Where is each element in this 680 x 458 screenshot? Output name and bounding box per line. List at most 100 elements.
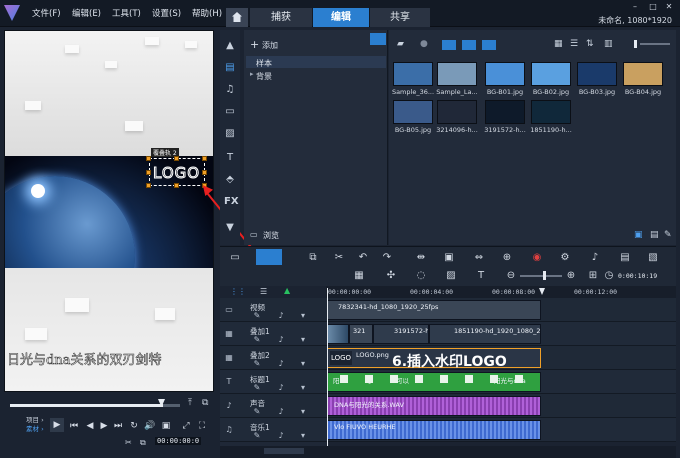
track-mute-icon[interactable]: ♪: [276, 383, 286, 393]
resize-handle[interactable]: [174, 183, 179, 188]
zoom-in-icon[interactable]: ⊕: [564, 270, 578, 282]
track-mute-icon[interactable]: ♪: [276, 311, 286, 321]
fullscreen-icon[interactable]: ⛶: [196, 420, 208, 432]
track-menu-icon[interactable]: ▾: [298, 359, 308, 369]
mode-selector[interactable]: 项目 › 素材 ›: [26, 416, 44, 434]
tab-share[interactable]: 共享: [370, 8, 430, 27]
scroll-thumb[interactable]: [264, 448, 304, 454]
track-edit-icon[interactable]: ✎: [252, 431, 262, 441]
fit-project-icon[interactable]: ⊞: [586, 270, 600, 282]
resize-handle[interactable]: [202, 156, 207, 161]
tab-edit[interactable]: 编辑: [313, 8, 369, 27]
library-thumbnail[interactable]: [485, 62, 525, 86]
filter-audio-icon[interactable]: [482, 40, 496, 50]
hd-preview-icon[interactable]: ▣: [160, 420, 172, 432]
chapter-icon[interactable]: ☰: [260, 287, 267, 296]
track-menu-icon[interactable]: ▾: [298, 407, 308, 417]
thumb-size-icon[interactable]: ▥: [604, 39, 613, 49]
close-icon[interactable]: ✕: [662, 2, 676, 12]
folder-expand-icon[interactable]: ▸: [250, 70, 254, 78]
browse-label[interactable]: 浏览: [263, 230, 279, 241]
track-menu-icon[interactable]: ▾: [298, 431, 308, 441]
library-thumbnail[interactable]: [393, 100, 433, 124]
library-thumbnail[interactable]: [623, 62, 663, 86]
overlay1-clip-c[interactable]: 1851190-hd_1920_1080_2: [429, 324, 541, 344]
enlarge-icon[interactable]: ⤢: [180, 420, 192, 432]
edit-icon[interactable]: ✎: [664, 230, 672, 240]
track-manager-icon[interactable]: ⋮⋮: [230, 287, 246, 296]
menu-help[interactable]: 帮助(H): [192, 7, 222, 19]
zoom-slider[interactable]: [520, 275, 562, 277]
title-clip-marker[interactable]: [390, 375, 398, 383]
music-clip[interactable]: Vlo FIUVO HEURHE: [327, 420, 541, 440]
track-mute-icon[interactable]: ♪: [276, 407, 286, 417]
resize-handle[interactable]: [146, 183, 151, 188]
collapse-up-icon[interactable]: ▲: [224, 40, 236, 52]
track-edit-icon[interactable]: ✎: [252, 407, 262, 417]
resize-handle[interactable]: [202, 170, 207, 175]
preview-window[interactable]: 覆叠轨 2 LOGO 日光与dna关系的双刃剑特: [4, 30, 214, 392]
menu-edit[interactable]: 编辑(E): [72, 7, 101, 19]
tab-capture[interactable]: 捕获: [250, 8, 312, 27]
undo-icon[interactable]: ↶: [356, 252, 370, 264]
timeline-view-button[interactable]: [256, 249, 282, 265]
playhead[interactable]: [327, 288, 328, 446]
prev-frame-icon[interactable]: ◀: [84, 420, 96, 432]
instant-project-icon[interactable]: ▭: [224, 106, 236, 118]
import-folder-icon[interactable]: ▰: [397, 39, 404, 49]
list-view-icon[interactable]: ☰: [570, 39, 578, 49]
track-edit-icon[interactable]: ✎: [252, 311, 262, 321]
add-marker-icon[interactable]: ▲: [284, 286, 290, 295]
text-icon[interactable]: T: [474, 270, 488, 282]
filter-video-icon[interactable]: [442, 40, 456, 50]
title-icon[interactable]: ▧: [646, 252, 660, 264]
filter-image-icon[interactable]: [462, 40, 476, 50]
fx-icon[interactable]: FX: [224, 196, 239, 208]
resize-handle[interactable]: [146, 170, 151, 175]
collapse-down-icon[interactable]: ▼: [224, 222, 236, 234]
track-mute-icon[interactable]: ♪: [276, 335, 286, 345]
timecode-display[interactable]: 00:00:00:0: [155, 437, 202, 445]
library-thumbnail[interactable]: [437, 100, 477, 124]
folder-sample[interactable]: 样本: [256, 58, 272, 69]
library-thumbnail[interactable]: [531, 100, 571, 124]
goto-end-icon[interactable]: ⏭: [112, 420, 124, 432]
overlay1-clip-a2[interactable]: 321: [349, 324, 373, 344]
mark-out-icon[interactable]: ⧉: [202, 398, 208, 408]
library-thumbnail[interactable]: [485, 100, 525, 124]
media-icon[interactable]: ▤: [224, 62, 236, 74]
library-thumbnail[interactable]: [531, 62, 571, 86]
track-mute-icon[interactable]: ♪: [276, 359, 286, 369]
title-clip-marker[interactable]: [340, 375, 348, 383]
record-icon[interactable]: ●: [420, 39, 428, 49]
sort-icon[interactable]: ⇅: [586, 39, 594, 49]
overlay1-clip-b[interactable]: 3191572-hd_10: [373, 324, 429, 344]
track-menu-icon[interactable]: ▾: [298, 311, 308, 321]
audio-icon[interactable]: ♫: [224, 84, 236, 96]
resize-handle[interactable]: [146, 156, 151, 161]
tool-icon-1[interactable]: ⧉: [306, 252, 320, 264]
track-edit-icon[interactable]: ✎: [252, 359, 262, 369]
subtitle-icon[interactable]: ▤: [618, 252, 632, 264]
track-edit-icon[interactable]: ✎: [252, 335, 262, 345]
zoom-timecode[interactable]: 0:00:10:19: [618, 272, 657, 280]
minimize-icon[interactable]: –: [628, 2, 642, 12]
folder-background[interactable]: 背景: [256, 71, 272, 82]
overlay1-clip-a[interactable]: 321: [327, 324, 349, 344]
menu-tools[interactable]: 工具(T): [112, 7, 141, 19]
add-folder-label[interactable]: 添加: [262, 40, 278, 51]
audio-icon[interactable]: ♪: [588, 252, 602, 264]
library-thumbnail[interactable]: [393, 62, 433, 86]
track-menu-icon[interactable]: ▾: [298, 335, 308, 345]
thumb-size-slider[interactable]: [640, 43, 670, 45]
split-icon[interactable]: ✂: [125, 438, 132, 447]
mode-clip[interactable]: 素材 ›: [26, 425, 44, 434]
title-clip-marker[interactable]: [465, 375, 473, 383]
title-clip-marker[interactable]: [515, 375, 523, 383]
resize-handle[interactable]: [174, 156, 179, 161]
voice-clip[interactable]: DNA与阳光的关系.WAV: [327, 396, 541, 416]
next-frame-icon[interactable]: ▶: [98, 420, 110, 432]
fit-icon[interactable]: ⇹: [414, 252, 428, 264]
grid-view-icon[interactable]: ▦: [554, 39, 563, 49]
pin-icon[interactable]: [370, 33, 386, 45]
